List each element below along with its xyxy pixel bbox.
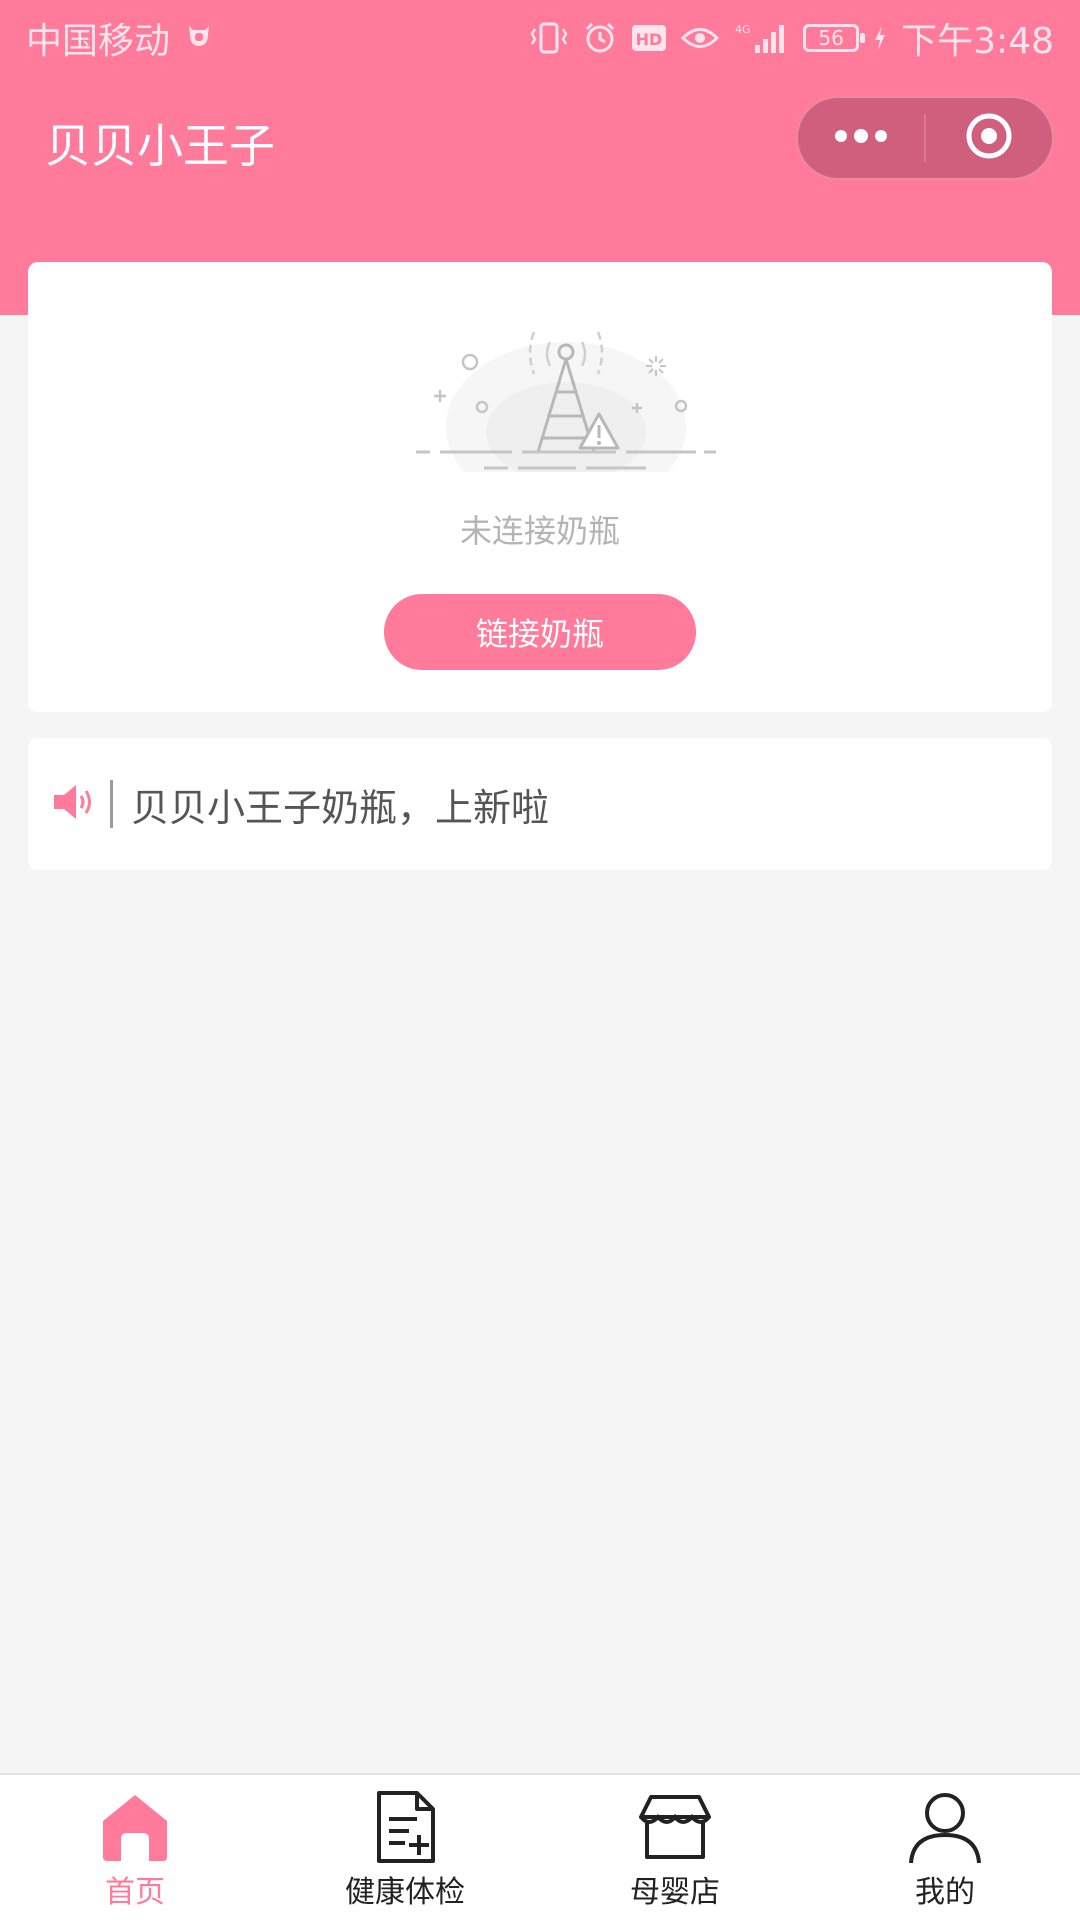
health-check-icon — [367, 1789, 443, 1865]
eye-icon — [681, 23, 720, 53]
vibrate-icon — [529, 21, 569, 55]
svg-text:HD: HD — [636, 30, 663, 49]
target-circle-icon — [964, 111, 1014, 165]
app-screen: 中国移动 HD 4G 56 下午3:48 贝贝小王子 未连接奶瓶 链接奶瓶 贝贝… — [0, 0, 1080, 1920]
home-icon — [97, 1789, 173, 1865]
status-bar: 中国移动 HD 4G 56 下午3:48 — [0, 0, 1080, 76]
charging-icon — [873, 25, 887, 51]
status-time: 下午3:48 — [901, 21, 1054, 62]
profile-icon — [907, 1789, 983, 1865]
more-button[interactable] — [798, 98, 924, 178]
cow-icon — [184, 18, 214, 59]
tab-health-check-label: 健康体检 — [345, 1875, 465, 1910]
notice-text: 贝贝小王子奶瓶，上新啦 — [131, 785, 550, 830]
hd-icon: HD — [631, 23, 667, 53]
battery-indicator: 56 — [803, 24, 866, 52]
tab-profile-label: 我的 — [915, 1875, 975, 1910]
tab-profile[interactable]: 我的 — [810, 1775, 1080, 1920]
close-button[interactable] — [926, 98, 1052, 178]
tab-bar: 首页 健康体检 母婴店 我的 — [0, 1773, 1080, 1920]
speaker-icon — [50, 779, 96, 829]
status-right: HD 4G 56 下午3:48 — [529, 12, 1054, 64]
tab-store-label: 母婴店 — [630, 1875, 720, 1910]
tab-health-check[interactable]: 健康体检 — [270, 1775, 540, 1920]
page-title: 贝贝小王子 — [45, 119, 275, 173]
more-dots-icon — [831, 126, 891, 150]
tab-home-label: 首页 — [105, 1875, 165, 1910]
menu-capsule — [796, 96, 1054, 180]
network-type: 4G — [735, 23, 751, 36]
alarm-icon — [583, 21, 617, 55]
connect-bottle-button[interactable]: 链接奶瓶 — [384, 594, 696, 670]
notice-bar[interactable]: 贝贝小王子奶瓶，上新啦 — [28, 738, 1052, 870]
connection-status-text: 未连接奶瓶 — [459, 512, 620, 550]
notice-divider — [110, 780, 113, 828]
tab-store[interactable]: 母婴店 — [540, 1775, 810, 1920]
signal-icon: 4G — [733, 21, 789, 55]
no-connection-illustration — [416, 292, 716, 512]
carrier-name: 中国移动 — [26, 21, 171, 62]
tab-home[interactable]: 首页 — [0, 1775, 270, 1920]
store-icon — [637, 1789, 713, 1865]
device-card: 未连接奶瓶 链接奶瓶 — [28, 262, 1052, 712]
status-left: 中国移动 — [26, 12, 214, 64]
signal-tower-icon — [416, 331, 716, 512]
